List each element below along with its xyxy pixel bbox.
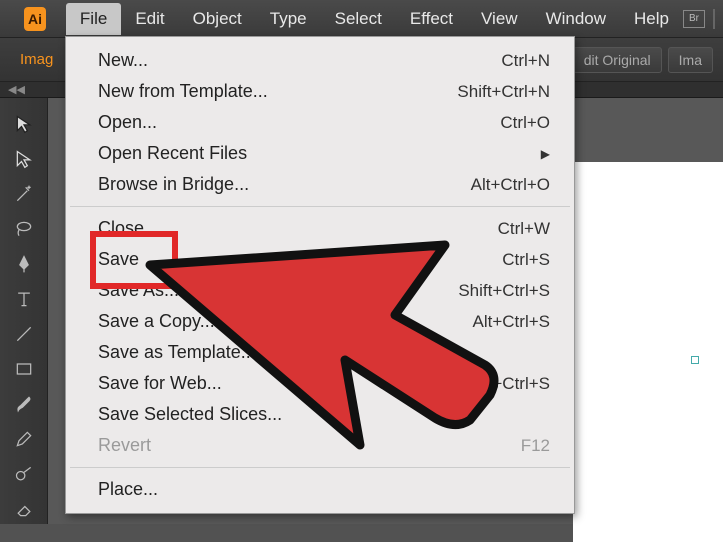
blob-brush-tool[interactable]: [6, 458, 42, 489]
pen-tool[interactable]: [6, 248, 42, 279]
lasso-tool[interactable]: [6, 213, 42, 244]
menu-separator: [70, 467, 570, 468]
line-tool[interactable]: [6, 318, 42, 349]
direct-selection-tool[interactable]: [6, 143, 42, 174]
submenu-arrow-icon: ▶: [541, 147, 550, 161]
paintbrush-tool[interactable]: [6, 388, 42, 419]
menu-open-recent[interactable]: Open Recent Files▶: [66, 138, 574, 169]
menu-save-slices[interactable]: Save Selected Slices...: [66, 399, 574, 430]
menu-place[interactable]: Place...: [66, 474, 574, 505]
edit-original-button[interactable]: dit Original: [573, 47, 662, 73]
selection-tool[interactable]: [6, 108, 42, 139]
file-menu-dropdown: New...Ctrl+N New from Template...Shift+C…: [65, 36, 575, 514]
app-logo: Ai: [24, 7, 46, 31]
bridge-badge[interactable]: Br: [683, 10, 705, 28]
type-tool[interactable]: [6, 283, 42, 314]
menu-save-template[interactable]: Save as Template...: [66, 337, 574, 368]
menu-window[interactable]: Window: [532, 3, 620, 35]
menu-open[interactable]: Open...Ctrl+O: [66, 107, 574, 138]
menu-object[interactable]: Object: [179, 3, 256, 35]
menu-save[interactable]: SaveCtrl+S: [66, 244, 574, 275]
menu-view[interactable]: View: [467, 3, 532, 35]
rectangle-tool[interactable]: [6, 353, 42, 384]
magic-wand-tool[interactable]: [6, 178, 42, 209]
menu-file[interactable]: File: [66, 3, 121, 35]
image-panel-button[interactable]: Ima: [668, 47, 713, 73]
menu-separator: [70, 206, 570, 207]
menu-save-for-web[interactable]: Save for Web...Alt+Shift+Ctrl+S: [66, 368, 574, 399]
menu-select[interactable]: Select: [321, 3, 396, 35]
eraser-tool[interactable]: [6, 493, 42, 524]
selection-handle[interactable]: [691, 356, 699, 364]
menu-new-from-template[interactable]: New from Template...Shift+Ctrl+N: [66, 76, 574, 107]
menu-edit[interactable]: Edit: [121, 3, 178, 35]
menu-type[interactable]: Type: [256, 3, 321, 35]
menu-help[interactable]: Help: [620, 3, 683, 35]
menu-effect[interactable]: Effect: [396, 3, 467, 35]
collapse-icon: ◀◀: [8, 83, 25, 96]
menu-new[interactable]: New...Ctrl+N: [66, 45, 574, 76]
control-left-label: Imag: [10, 51, 53, 68]
artboard: [573, 162, 723, 542]
menu-close[interactable]: CloseCtrl+W: [66, 213, 574, 244]
pencil-tool[interactable]: [6, 423, 42, 454]
menu-save-copy[interactable]: Save a Copy...Alt+Ctrl+S: [66, 306, 574, 337]
menubar: Ai File Edit Object Type Select Effect V…: [0, 0, 723, 38]
tools-panel: [0, 98, 48, 524]
menu-browse-bridge[interactable]: Browse in Bridge...Alt+Ctrl+O: [66, 169, 574, 200]
menu-revert: RevertF12: [66, 430, 574, 461]
menu-save-as[interactable]: Save As...Shift+Ctrl+S: [66, 275, 574, 306]
